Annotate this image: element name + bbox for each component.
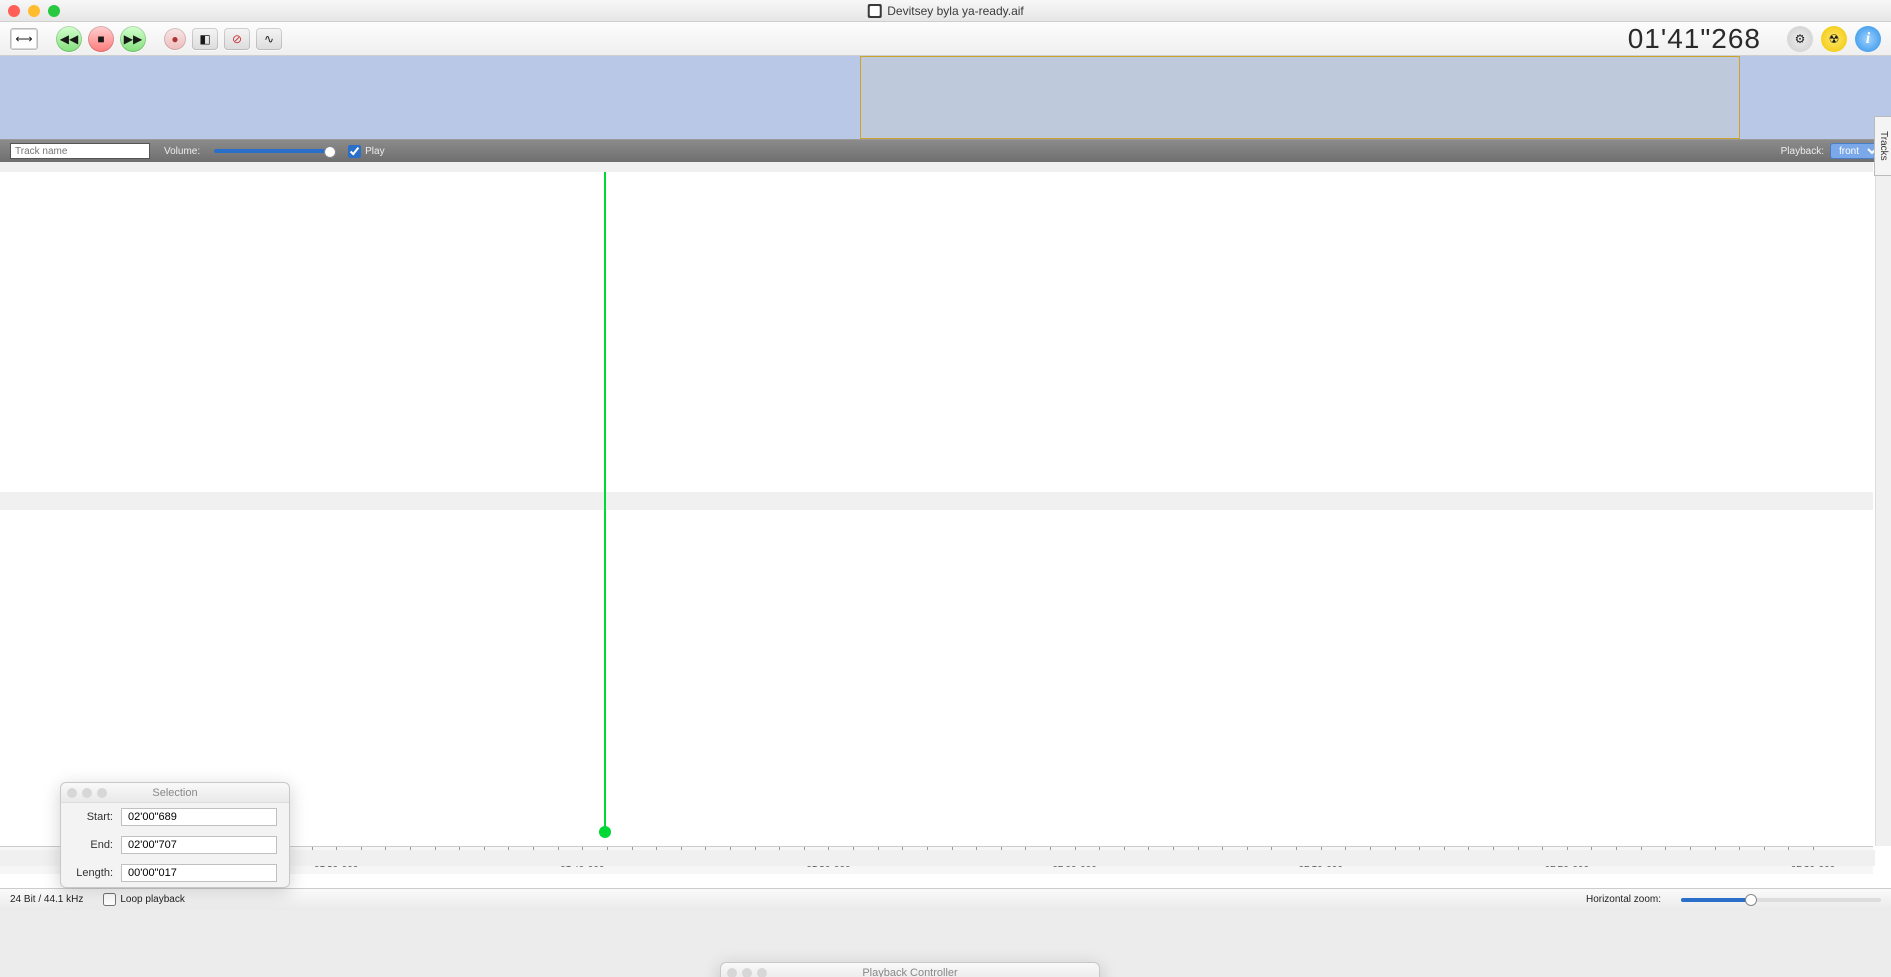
selection-panel-title: Selection bbox=[152, 787, 197, 799]
tool-wave-button[interactable]: ∿ bbox=[256, 28, 282, 50]
tool-clear-button[interactable]: ⊘ bbox=[224, 28, 250, 50]
selection-length-input[interactable] bbox=[121, 864, 277, 882]
loop-playback-label: Loop playback bbox=[120, 894, 185, 905]
playback-mode-label: Playback: bbox=[1781, 146, 1824, 157]
track-volume-slider[interactable] bbox=[214, 149, 334, 153]
playhead-cursor[interactable] bbox=[604, 172, 606, 830]
selection-end-input[interactable] bbox=[121, 836, 277, 854]
playback-controller-panel[interactable]: Playback Controller ◀◀ ■ ▶▶ 01'41"268 Le… bbox=[720, 962, 1100, 977]
loop-playback-checkbox[interactable] bbox=[103, 893, 116, 906]
selection-panel[interactable]: Selection Start: End: Length: bbox=[60, 782, 290, 888]
minimize-window-button[interactable] bbox=[28, 5, 40, 17]
panel-min-icon[interactable] bbox=[742, 968, 752, 977]
panel-close-icon[interactable] bbox=[67, 788, 77, 798]
track-name-input[interactable] bbox=[10, 143, 150, 159]
window-title: Devitsey byla ya-ready.aif bbox=[887, 4, 1024, 18]
panel-zoom-icon[interactable] bbox=[757, 968, 767, 977]
selection-tool-button[interactable]: ⟷ bbox=[10, 28, 38, 50]
play-forward-button[interactable]: ▶▶ bbox=[120, 26, 146, 52]
selection-panel-header[interactable]: Selection bbox=[61, 783, 289, 803]
play-track-checkbox[interactable] bbox=[348, 145, 361, 158]
panel-min-icon[interactable] bbox=[82, 788, 92, 798]
playback-panel-title: Playback Controller bbox=[862, 967, 957, 977]
stop-button[interactable]: ■ bbox=[88, 26, 114, 52]
rewind-button[interactable]: ◀◀ bbox=[56, 26, 82, 52]
horizontal-zoom-slider[interactable] bbox=[1681, 898, 1881, 902]
zoom-window-button[interactable] bbox=[48, 5, 60, 17]
panel-close-icon[interactable] bbox=[727, 968, 737, 977]
selection-end-label: End: bbox=[73, 839, 113, 851]
selection-start-input[interactable] bbox=[121, 808, 277, 826]
main-toolbar: ⟷ ◀◀ ■ ▶▶ ● ◧ ⊘ ∿ 01'41"268 ⚙ ☢ i bbox=[0, 22, 1891, 56]
selection-start-label: Start: bbox=[73, 811, 113, 823]
document-icon bbox=[867, 4, 881, 18]
overview-selection[interactable] bbox=[860, 56, 1739, 139]
playhead-time: 01'41"268 bbox=[1628, 23, 1761, 55]
info-icon[interactable]: i bbox=[1855, 26, 1881, 52]
status-bar: 24 Bit / 44.1 kHz Loop playback Horizont… bbox=[0, 888, 1891, 910]
vertical-scrollbar[interactable] bbox=[1875, 162, 1891, 846]
volume-label: Volume: bbox=[164, 146, 200, 157]
settings-gear-icon[interactable]: ⚙ bbox=[1787, 26, 1813, 52]
waveform-editor: 01'20"00001'30"00001'40"00001'50"00002'0… bbox=[0, 162, 1891, 910]
tool-marker-button[interactable]: ◧ bbox=[192, 28, 218, 50]
selection-length-label: Length: bbox=[73, 867, 113, 879]
audio-format-label: 24 Bit / 44.1 kHz bbox=[10, 894, 83, 905]
channel-gutter bbox=[0, 162, 1873, 172]
record-button[interactable]: ● bbox=[164, 28, 186, 50]
close-window-button[interactable] bbox=[8, 5, 20, 17]
channel-gutter bbox=[0, 492, 1873, 510]
track-header-bar: Volume: Play Playback: front bbox=[0, 140, 1891, 162]
waveform-channel-left[interactable] bbox=[0, 172, 1873, 492]
panel-zoom-icon[interactable] bbox=[97, 788, 107, 798]
window-traffic-lights bbox=[8, 5, 60, 17]
burn-disc-icon[interactable]: ☢ bbox=[1821, 26, 1847, 52]
playback-panel-header[interactable]: Playback Controller bbox=[721, 963, 1099, 977]
tracks-tab[interactable]: Tracks bbox=[1874, 116, 1891, 176]
overview-waveform[interactable]: Tracks bbox=[0, 56, 1891, 140]
horizontal-zoom-label: Horizontal zoom: bbox=[1586, 894, 1661, 905]
play-track-label: Play bbox=[365, 146, 384, 157]
window-titlebar: Devitsey byla ya-ready.aif bbox=[0, 0, 1891, 22]
